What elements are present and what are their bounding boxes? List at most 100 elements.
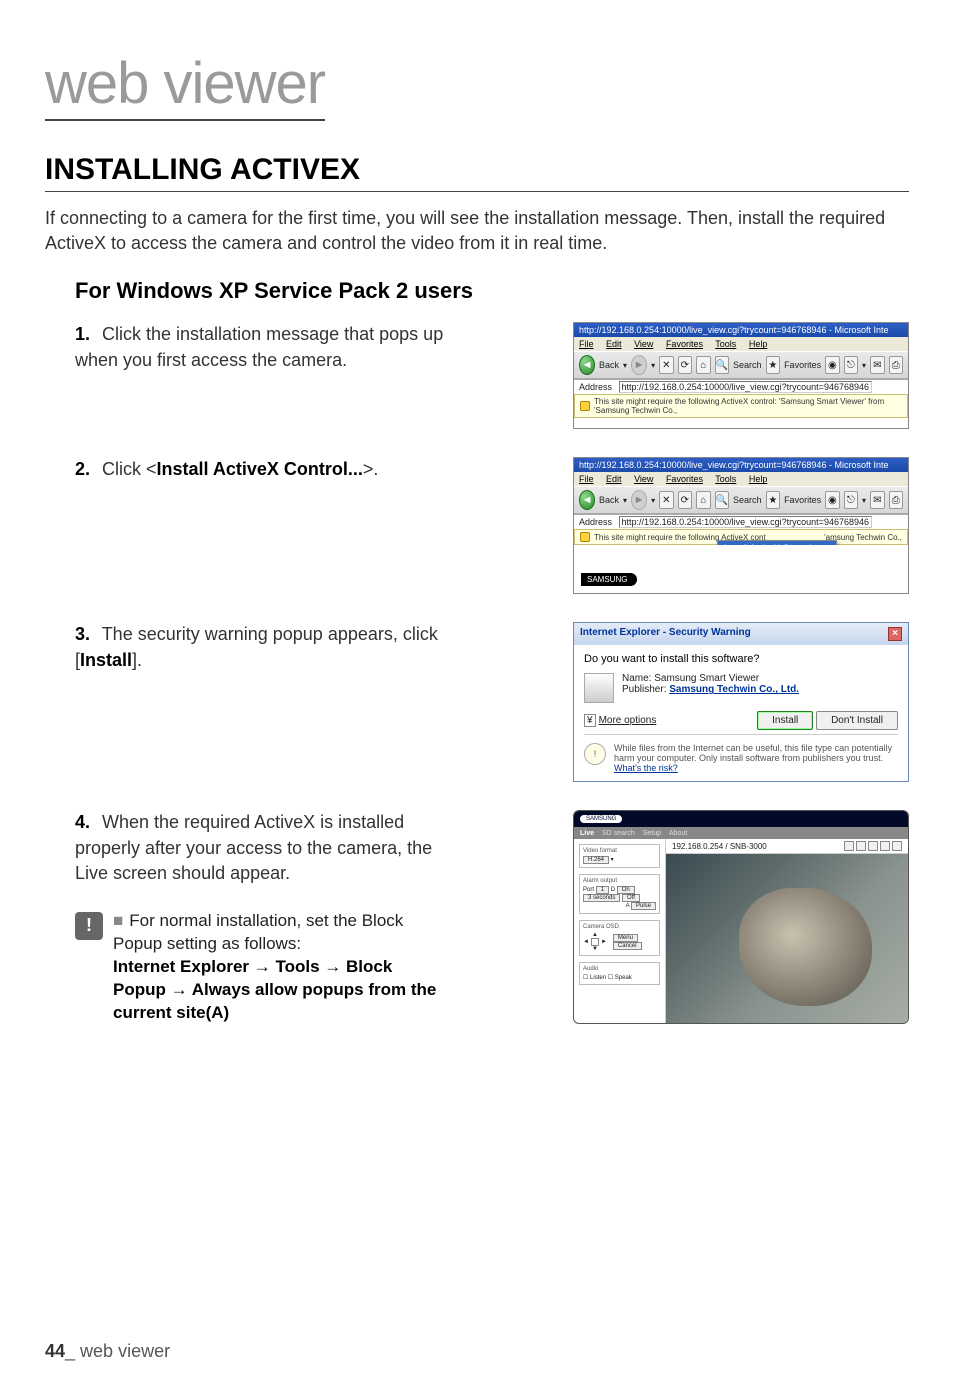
- search-icon[interactable]: 🔍: [715, 356, 729, 374]
- panel-video-format: Video format H.264 ▾: [579, 844, 660, 868]
- osd-cancel-button[interactable]: Cancel: [613, 942, 642, 950]
- forward-button[interactable]: ►: [631, 490, 647, 510]
- back-label: Back: [599, 360, 619, 370]
- favorites-label: Favorites: [784, 360, 821, 370]
- step-1-number: 1.: [75, 322, 97, 347]
- alarm-pulse-button[interactable]: Pulse: [631, 902, 656, 910]
- mail-icon[interactable]: ✉: [870, 491, 884, 509]
- refresh-icon[interactable]: ⟳: [678, 356, 692, 374]
- address-label: Address: [579, 382, 612, 392]
- step-4-text: 4. When the required ActiveX is installe…: [75, 810, 445, 886]
- media-icon[interactable]: ◉: [825, 491, 839, 509]
- alarm-on-button[interactable]: On: [617, 886, 635, 894]
- live-logo: SAMSUNG: [580, 815, 622, 823]
- activex-info-bar[interactable]: This site might require the following Ac…: [574, 394, 908, 418]
- menu-help[interactable]: Help: [749, 474, 768, 484]
- history-icon[interactable]: ⎋: [844, 491, 858, 509]
- osd-menu-button[interactable]: Menu: [613, 934, 638, 942]
- dialog-name: Samsung Smart Viewer: [654, 673, 759, 684]
- address-value[interactable]: http://192.168.0.254:10000/live_view.cgi…: [619, 516, 872, 528]
- print-icon[interactable]: ⎙: [889, 356, 903, 374]
- panel-audio: Audio ☐ Listen ☐ Speak: [579, 962, 660, 985]
- tab-setup[interactable]: Setup: [643, 830, 661, 837]
- menu-favorites[interactable]: Favorites: [666, 474, 703, 484]
- step-2-body: Click <Install ActiveX Control...>.: [102, 459, 378, 479]
- menu-view[interactable]: View: [634, 474, 653, 484]
- osd-right[interactable]: ►: [601, 939, 607, 945]
- install-button[interactable]: Install: [757, 711, 813, 730]
- menu-edit[interactable]: Edit: [606, 474, 622, 484]
- menu-edit[interactable]: Edit: [606, 339, 622, 349]
- util-icon-4[interactable]: [880, 841, 890, 851]
- menu-help[interactable]: Help: [749, 339, 768, 349]
- video-format-select[interactable]: H.264: [583, 856, 609, 864]
- print-icon[interactable]: ⎙: [889, 491, 903, 509]
- step-2-cmd: Install ActiveX Control...: [157, 459, 363, 479]
- live-tabs: Live SD search Setup About: [574, 827, 908, 839]
- note-lead: For normal installation, set the Block P…: [113, 911, 403, 953]
- shield-icon: [580, 532, 590, 542]
- alarm-off-button[interactable]: Off: [622, 894, 640, 902]
- software-icon: [584, 673, 614, 703]
- step-2-number: 2.: [75, 457, 97, 482]
- refresh-icon[interactable]: ⟳: [678, 491, 692, 509]
- osd-left[interactable]: ◄: [583, 939, 589, 945]
- back-label: Back: [599, 495, 619, 505]
- dialog-pub-label: Publisher:: [622, 684, 666, 695]
- home-icon[interactable]: ⌂: [696, 356, 710, 374]
- menu-tools[interactable]: Tools: [715, 339, 736, 349]
- history-icon[interactable]: ⎋: [844, 356, 858, 374]
- tab-about[interactable]: About: [669, 830, 687, 837]
- favorites-icon[interactable]: ★: [766, 356, 780, 374]
- warning-icon: !: [584, 743, 606, 765]
- close-icon[interactable]: ×: [888, 627, 902, 641]
- audio-speak-checkbox[interactable]: Speak: [615, 975, 632, 981]
- home-icon[interactable]: ⌂: [696, 491, 710, 509]
- section-heading: INSTALLING ACTIVEX: [45, 153, 909, 192]
- dialog-buttons: ¥More options Install Don't Install: [584, 711, 898, 726]
- util-icon-3[interactable]: [868, 841, 878, 851]
- util-icon-5[interactable]: [892, 841, 902, 851]
- audio-listen-checkbox[interactable]: Listen: [590, 975, 606, 981]
- more-options[interactable]: ¥More options: [584, 715, 656, 726]
- panel-alarm-output: Alarm output Port 1 D On 3 seconds Off A…: [579, 874, 660, 914]
- alarm-port-select[interactable]: 1: [596, 886, 609, 894]
- dialog-info: Name: Samsung Smart Viewer Publisher: Sa…: [584, 673, 898, 703]
- menu-file[interactable]: File: [579, 339, 594, 349]
- search-label: Search: [733, 495, 762, 505]
- menu-file[interactable]: File: [579, 474, 594, 484]
- osd-down[interactable]: ▼: [592, 946, 598, 952]
- menu-tools[interactable]: Tools: [715, 474, 736, 484]
- activex-info-bar-2[interactable]: This site might require the following Ac…: [574, 529, 908, 545]
- dialog-publisher[interactable]: Samsung Techwin Co., Ltd.: [669, 684, 799, 695]
- stop-icon[interactable]: ✕: [659, 356, 673, 374]
- menu-favorites[interactable]: Favorites: [666, 339, 703, 349]
- samsung-logo: SAMSUNG: [581, 573, 637, 586]
- util-icon-2[interactable]: [856, 841, 866, 851]
- back-button[interactable]: ◄: [579, 355, 595, 375]
- tab-sd-search[interactable]: SD search: [602, 830, 635, 837]
- step-4-body: When the required ActiveX is installed p…: [75, 812, 432, 882]
- search-icon[interactable]: 🔍: [715, 491, 729, 509]
- back-button[interactable]: ◄: [579, 490, 595, 510]
- step-3-post: ].: [132, 650, 142, 670]
- media-icon[interactable]: ◉: [825, 356, 839, 374]
- stop-icon[interactable]: ✕: [659, 491, 673, 509]
- ie-toolbar-2: ◄ Back ▾ ► ▾ ✕ ⟳ ⌂ 🔍 Search ★ Favorites …: [574, 486, 908, 514]
- page-footer: 44_ web viewer: [45, 1341, 170, 1362]
- forward-button[interactable]: ►: [631, 355, 647, 375]
- search-label: Search: [733, 360, 762, 370]
- live-util-icons: [844, 841, 902, 851]
- step-2-row: 2. Click <Install ActiveX Control...>. h…: [75, 457, 909, 594]
- tab-live[interactable]: Live: [580, 830, 594, 837]
- osd-center[interactable]: [591, 938, 599, 946]
- mail-icon[interactable]: ✉: [870, 356, 884, 374]
- dont-install-button[interactable]: Don't Install: [816, 711, 898, 730]
- util-icon-1[interactable]: [844, 841, 854, 851]
- note-text: ■For normal installation, set the Block …: [113, 910, 445, 1025]
- alarm-duration-select[interactable]: 3 seconds: [583, 894, 620, 902]
- dialog-warn-link[interactable]: What's the risk?: [614, 763, 678, 773]
- favorites-icon[interactable]: ★: [766, 491, 780, 509]
- address-value[interactable]: http://192.168.0.254:10000/live_view.cgi…: [619, 381, 872, 393]
- menu-view[interactable]: View: [634, 339, 653, 349]
